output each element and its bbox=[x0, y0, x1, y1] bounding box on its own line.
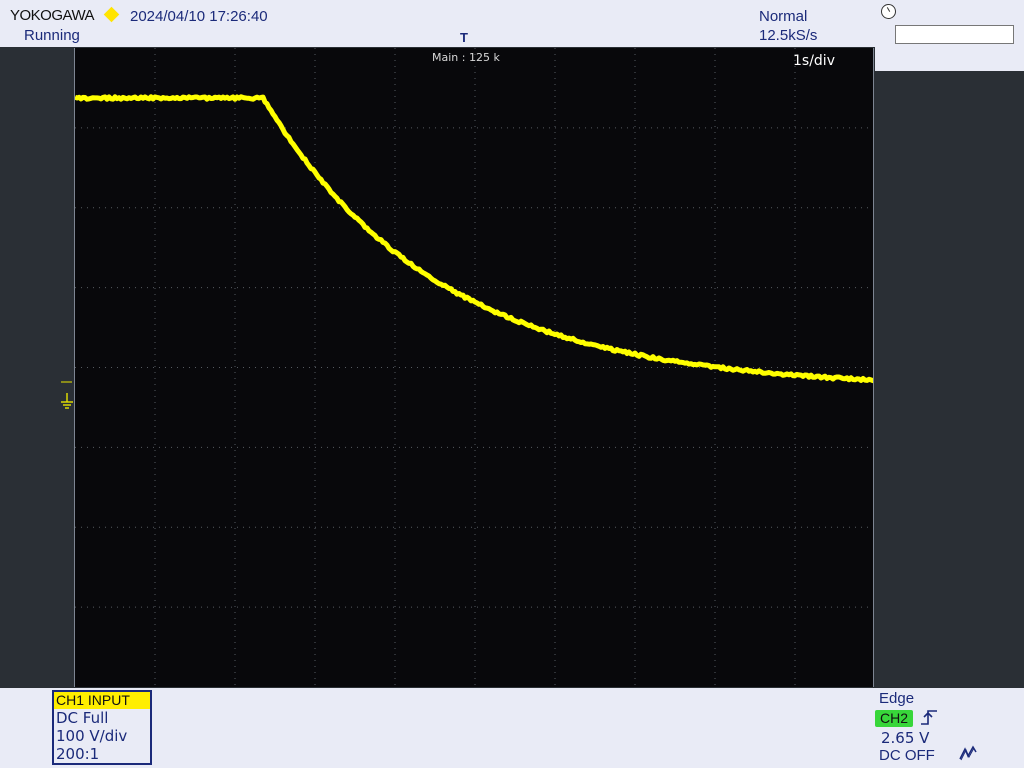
value-readout-field[interactable] bbox=[895, 25, 1014, 44]
top-status-bar: YOKOGAWA 2024/04/10 17:26:40 Running T N… bbox=[0, 0, 875, 47]
main-record-length: Main : 125 k bbox=[432, 51, 500, 64]
hysteresis-icon bbox=[958, 744, 978, 766]
ch1-coupling: DC Full bbox=[54, 709, 150, 727]
brand-logo: YOKOGAWA bbox=[10, 7, 94, 24]
trigger-type[interactable]: Edge bbox=[879, 690, 914, 707]
run-status-diamond-icon bbox=[104, 7, 120, 23]
knob-icon[interactable] bbox=[881, 4, 896, 19]
acquisition-mode: Normal bbox=[759, 8, 807, 25]
ch1-header: CH1 INPUT bbox=[54, 692, 150, 709]
ch1-vertical-scale: 100 V/div bbox=[54, 727, 150, 745]
rising-edge-icon bbox=[920, 708, 938, 730]
trigger-source-badge[interactable]: CH2 bbox=[875, 710, 913, 727]
ch1-waveform bbox=[75, 48, 874, 687]
time-base[interactable]: 1s/div bbox=[793, 53, 835, 69]
ch1-ground-marker-icon[interactable] bbox=[58, 378, 74, 415]
trigger-position-marker[interactable]: T bbox=[460, 30, 468, 45]
trigger-level: 2.65 V bbox=[881, 729, 929, 747]
ch1-probe-ratio: 200:1 bbox=[54, 745, 150, 763]
trigger-coupling: DC OFF bbox=[879, 747, 935, 764]
sample-rate: 12.5kS/s bbox=[759, 27, 817, 44]
waveform-display bbox=[74, 48, 874, 687]
bottom-info-bar bbox=[0, 688, 1024, 768]
acquisition-status: Running bbox=[24, 27, 80, 44]
ch1-trace bbox=[75, 97, 874, 381]
date-time: 2024/04/10 17:26:40 bbox=[130, 8, 268, 25]
ch1-info-panel[interactable]: CH1 INPUT DC Full 100 V/div 200:1 bbox=[52, 690, 152, 765]
